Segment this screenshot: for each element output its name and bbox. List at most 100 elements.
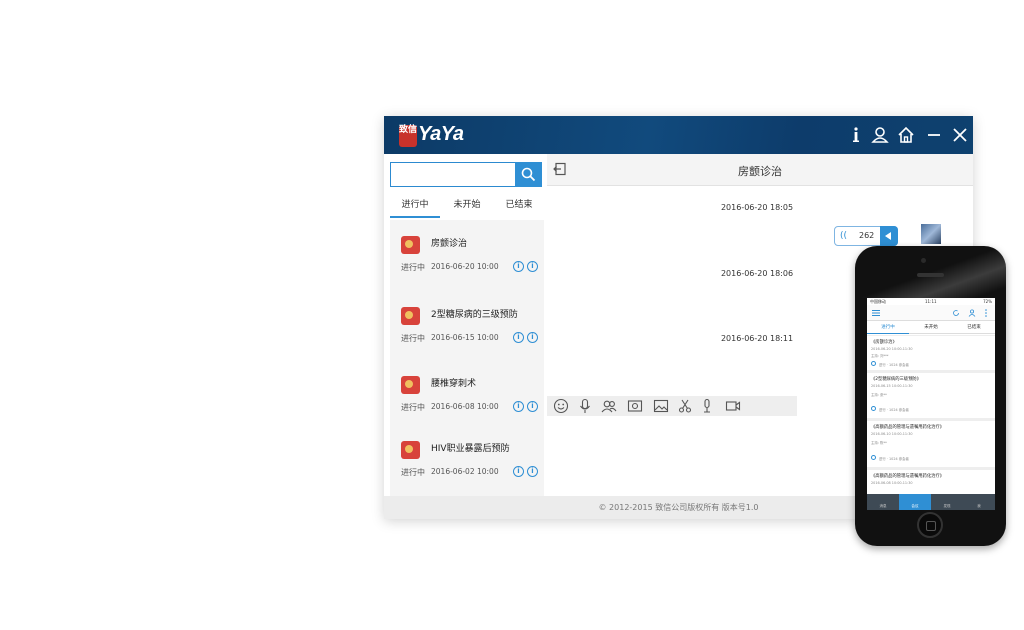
phone-gloss <box>855 246 1006 298</box>
scissors-icon[interactable] <box>677 398 693 414</box>
nav-discover[interactable]: 发现 <box>931 494 963 510</box>
card-footer: 进行 · 1024 参会者 <box>879 408 909 412</box>
tab-in-progress[interactable]: 进行中 <box>867 324 909 334</box>
list-item[interactable]: 2型糖尿病的三级预防 进行中 2016-06-15 10:00 i i <box>390 291 544 351</box>
card-title: 《2型糖尿病的三级预防》 <box>871 377 921 382</box>
front-camera <box>921 258 926 263</box>
list-item[interactable]: 《高额药品的管理与遗嘱用药化治疗》 2016-06-08 10:00-11:30 <box>867 470 995 493</box>
image-icon[interactable] <box>653 398 669 414</box>
item-date: 2016-06-15 10:00 <box>431 333 499 342</box>
microphone-icon[interactable] <box>577 398 593 414</box>
search-input[interactable] <box>390 162 516 187</box>
info-icon[interactable]: i <box>513 466 524 477</box>
item-status: 进行中 <box>401 468 425 477</box>
voice-wave-icon: (( <box>840 231 848 241</box>
video-icon[interactable] <box>725 398 741 414</box>
card-host: 主持: 陈** <box>871 441 887 445</box>
menu-icon[interactable] <box>872 309 880 317</box>
play-icon[interactable] <box>880 226 898 246</box>
consultation-icon <box>401 441 420 459</box>
nav-messages[interactable]: 消息 <box>867 494 899 510</box>
tab-in-progress[interactable]: 进行中 <box>390 198 440 218</box>
info-icon[interactable]: i <box>527 401 538 412</box>
list-item[interactable]: 《高额药品的管理与遗嘱用药化治疗》 2016-06-10 10:00-11:30… <box>867 421 995 467</box>
minimize-icon[interactable] <box>924 125 944 145</box>
user-icon[interactable] <box>870 125 890 145</box>
phone-mockup: 中国移动 11:11 72% 进行中 未开始 已结束 《房颤诊治》 2016-0… <box>855 246 1006 546</box>
item-date: 2016-06-02 10:00 <box>431 467 499 476</box>
phone-tabs: 进行中 未开始 已结束 <box>867 322 995 334</box>
card-time: 2016-06-20 10:00-11:30 <box>871 347 913 351</box>
title-bar: 致信 YaYa <box>384 116 973 154</box>
item-title: 2型糖尿病的三级预防 <box>431 310 518 320</box>
phone-consultation-list: 《房颤诊治》 2016-06-20 10:00-11:30 主持: 刘*** 进… <box>867 335 995 493</box>
item-title: HIV职业暴露后预防 <box>431 444 510 454</box>
item-status: 进行中 <box>401 263 425 272</box>
message-timestamp: 2016-06-20 18:05 <box>720 203 794 212</box>
info-icon[interactable]: i <box>513 261 524 272</box>
nav-me[interactable]: 我 <box>963 494 995 510</box>
info-icon[interactable]: i <box>527 261 538 272</box>
item-date: 2016-06-08 10:00 <box>431 402 499 411</box>
item-status: 进行中 <box>401 403 425 412</box>
list-item[interactable]: 房颤诊治 进行中 2016-06-20 10:00 i i <box>390 220 544 280</box>
avatar <box>921 224 941 244</box>
info-icon[interactable]: i <box>527 332 538 343</box>
voice-count: 262 <box>859 231 875 240</box>
card-host: 主持: 刘*** <box>871 354 889 358</box>
card-time: 2016-06-10 10:00-11:30 <box>871 432 913 436</box>
consultation-list: 房颤诊治 进行中 2016-06-20 10:00 i i 2型糖尿病的三级预防… <box>390 220 544 496</box>
close-icon[interactable] <box>950 125 970 145</box>
card-footer: 进行 · 1024 参会者 <box>879 363 909 367</box>
tab-not-started[interactable]: 未开始 <box>442 198 492 218</box>
list-item[interactable]: HIV职业暴露后预防 进行中 2016-06-02 10:00 i i <box>390 425 544 485</box>
refresh-icon[interactable] <box>952 309 960 317</box>
info-icon[interactable]: i <box>513 332 524 343</box>
audio-icon[interactable] <box>699 398 715 414</box>
info-icon[interactable]: i <box>513 401 524 412</box>
list-item[interactable]: 《2型糖尿病的三级预防》 2016-06-15 10:00-11:30 主持: … <box>867 373 995 418</box>
photo-album-icon[interactable] <box>627 398 643 414</box>
card-title: 《房颤诊治》 <box>871 340 897 345</box>
list-item[interactable]: 腰椎穿刺术 进行中 2016-06-08 10:00 i i <box>390 360 544 420</box>
tab-ended[interactable]: 已结束 <box>953 324 995 330</box>
consultation-icon <box>401 236 420 254</box>
nav-meetings[interactable]: 会议 <box>899 494 931 510</box>
participants-icon <box>871 361 876 366</box>
list-item[interactable]: 《房颤诊治》 2016-06-20 10:00-11:30 主持: 刘*** 进… <box>867 336 995 370</box>
logo-seal: 致信 <box>399 125 417 147</box>
consultation-icon <box>401 307 420 325</box>
earpiece-speaker <box>917 273 944 277</box>
card-title: 《高额药品的管理与遗嘱用药化治疗》 <box>871 425 945 430</box>
item-date: 2016-06-20 10:00 <box>431 262 499 271</box>
tab-not-started[interactable]: 未开始 <box>910 324 952 330</box>
battery: 72% <box>983 299 992 304</box>
phone-screen: 中国移动 11:11 72% 进行中 未开始 已结束 《房颤诊治》 2016-0… <box>867 298 995 510</box>
card-host: 主持: 张** <box>871 393 887 397</box>
group-icon[interactable] <box>601 398 617 414</box>
item-status: 进行中 <box>401 334 425 343</box>
app-logo: YaYa <box>418 123 464 145</box>
participants-icon <box>871 455 876 460</box>
home-icon[interactable] <box>896 125 916 145</box>
chat-title: 房颤诊治 <box>738 165 782 178</box>
user-icon[interactable] <box>968 309 976 317</box>
info-icon[interactable]: i <box>527 466 538 477</box>
tab-ended[interactable]: 已结束 <box>494 198 544 218</box>
chat-toolbar <box>547 396 797 416</box>
phone-status-bar: 中国移动 11:11 72% <box>867 298 995 305</box>
consultation-icon <box>401 376 420 394</box>
search-icon <box>521 167 536 182</box>
item-title: 腰椎穿刺术 <box>431 379 477 389</box>
card-title: 《高额药品的管理与遗嘱用药化治疗》 <box>871 474 945 479</box>
time: 11:11 <box>925 299 937 304</box>
info-icon[interactable] <box>846 125 866 145</box>
more-icon[interactable] <box>983 309 989 317</box>
home-button[interactable] <box>917 512 943 538</box>
voice-message[interactable]: (( 262 <box>834 226 898 246</box>
consultation-panel: 进行中 未开始 已结束 房颤诊治 进行中 2016-06-20 10:00 i … <box>384 154 547 496</box>
emoji-icon[interactable] <box>553 398 569 414</box>
card-time: 2016-06-08 10:00-11:30 <box>871 481 913 485</box>
search-button[interactable] <box>515 162 542 187</box>
status-tabs: 进行中 未开始 已结束 <box>390 198 542 218</box>
